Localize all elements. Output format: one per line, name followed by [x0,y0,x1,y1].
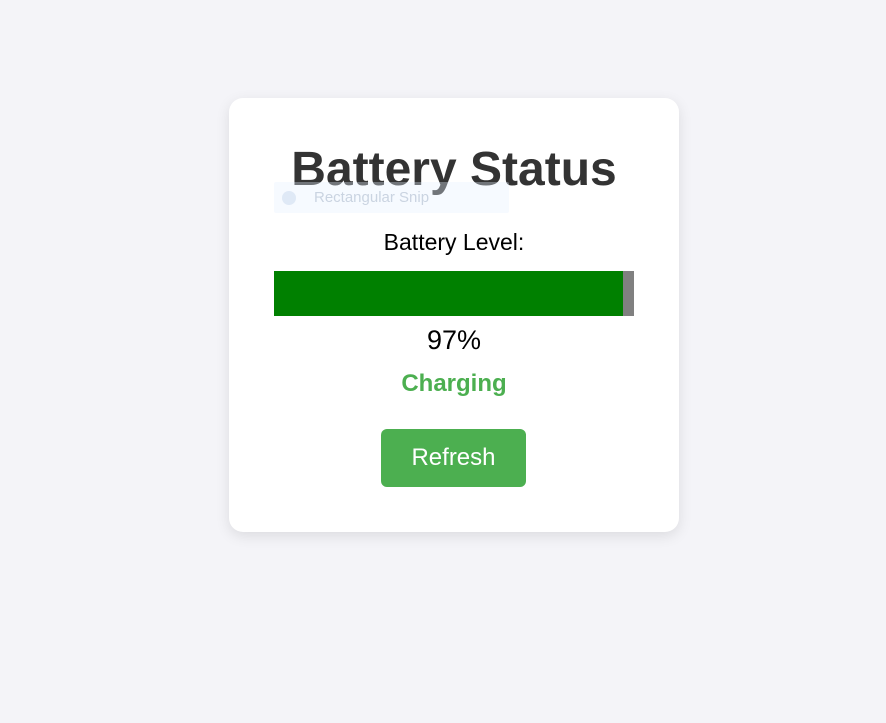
charging-status: Charging [401,370,507,397]
snip-icon [282,191,296,205]
snip-overlay: Rectangular Snip [274,182,509,213]
battery-level-fill [274,271,624,316]
refresh-button[interactable]: Refresh [381,429,526,487]
snip-overlay-label: Rectangular Snip [314,189,430,206]
battery-level-bar [274,271,634,316]
battery-level-label: Battery Level: [383,229,525,255]
battery-status-card: Battery Status Rectangular Snip Battery … [229,98,679,532]
battery-percent: 97% [426,325,482,355]
